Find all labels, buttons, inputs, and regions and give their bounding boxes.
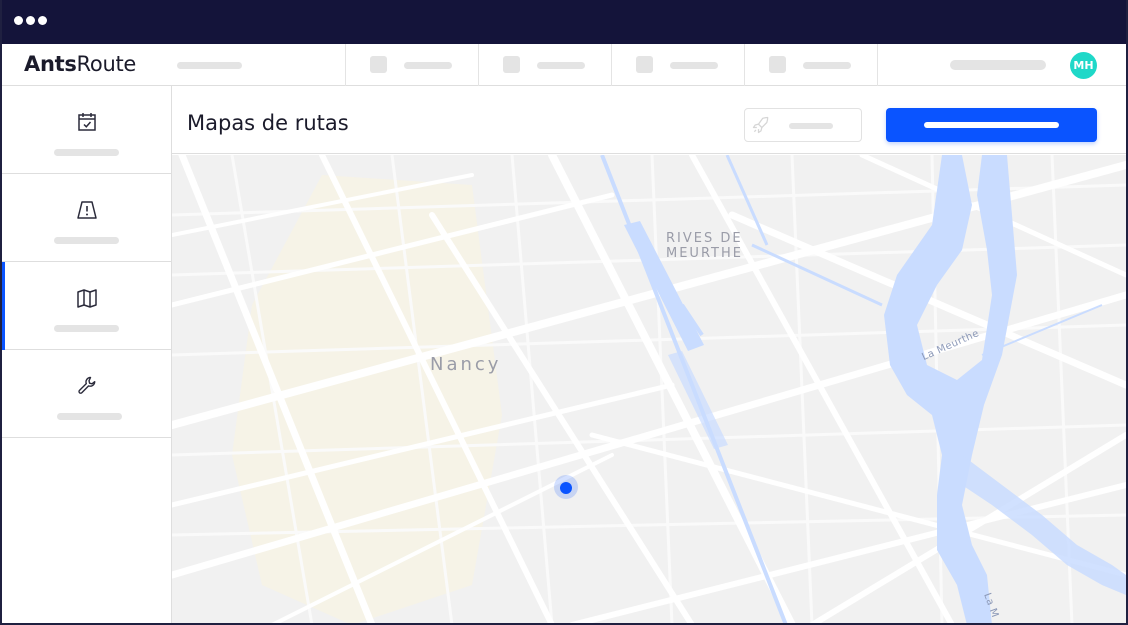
sidebar-item-planning[interactable] bbox=[2, 86, 171, 174]
nav-tab-label-placeholder bbox=[670, 62, 718, 69]
route-map[interactable]: Nancy RIVES DE MEURTHE La Meurthe La M bbox=[172, 155, 1126, 623]
window-titlebar bbox=[2, 0, 1126, 44]
window-control-dot[interactable] bbox=[14, 16, 23, 25]
wrench-icon bbox=[78, 376, 96, 394]
nav-tab-label-placeholder bbox=[537, 62, 585, 69]
primary-label-placeholder bbox=[924, 122, 1059, 128]
nav-tab-label-placeholder bbox=[404, 62, 452, 69]
page-header: Mapas de rutas bbox=[172, 86, 1126, 154]
sidebar-label-placeholder bbox=[54, 237, 119, 244]
calendar-check-icon bbox=[78, 113, 96, 131]
app-logo[interactable]: AntsRoute bbox=[24, 52, 136, 76]
sidebar bbox=[2, 86, 172, 623]
nav-divider bbox=[611, 44, 612, 86]
nav-tab-label-placeholder bbox=[803, 62, 851, 69]
sidebar-item-incidents[interactable] bbox=[2, 174, 171, 262]
rocket-icon bbox=[752, 116, 769, 134]
sidebar-label-placeholder bbox=[54, 149, 119, 156]
road-warning-icon bbox=[77, 201, 97, 219]
page-title: Mapas de rutas bbox=[187, 111, 349, 135]
location-pin[interactable] bbox=[560, 482, 572, 494]
map-canvas bbox=[172, 155, 1126, 623]
user-avatar[interactable]: MH bbox=[1070, 52, 1097, 79]
sidebar-label-placeholder bbox=[57, 413, 122, 420]
nav-tab-icon bbox=[503, 56, 520, 73]
nav-tab-icon bbox=[769, 56, 786, 73]
primary-action-button[interactable] bbox=[886, 108, 1097, 142]
top-navigation: AntsRoute MH bbox=[2, 44, 1126, 86]
map-label-city: Nancy bbox=[430, 354, 502, 375]
nav-tab-icon bbox=[636, 56, 653, 73]
nav-tab-icon bbox=[370, 56, 387, 73]
optimize-label-placeholder bbox=[789, 123, 833, 129]
nav-divider bbox=[345, 44, 346, 86]
nav-divider bbox=[877, 44, 878, 86]
user-name-placeholder bbox=[950, 60, 1046, 70]
map-label-district-line1: RIVES DE bbox=[666, 231, 743, 246]
sidebar-label-placeholder bbox=[54, 325, 119, 332]
logo-bold: Ants bbox=[24, 52, 77, 76]
map-label-district-line2: MEURTHE bbox=[666, 246, 743, 261]
optimize-button[interactable] bbox=[744, 108, 862, 142]
nav-placeholder bbox=[177, 62, 242, 69]
map-icon bbox=[77, 289, 97, 308]
app-window: AntsRoute MH Mapas de rutas Nancy RIVES … bbox=[0, 0, 1128, 625]
sidebar-item-settings[interactable] bbox=[2, 350, 171, 438]
window-control-dot[interactable] bbox=[26, 16, 35, 25]
nav-divider bbox=[744, 44, 745, 86]
nav-divider bbox=[478, 44, 479, 86]
window-control-dot[interactable] bbox=[38, 16, 47, 25]
logo-regular: Route bbox=[76, 52, 137, 76]
sidebar-item-route-maps[interactable] bbox=[2, 262, 171, 350]
